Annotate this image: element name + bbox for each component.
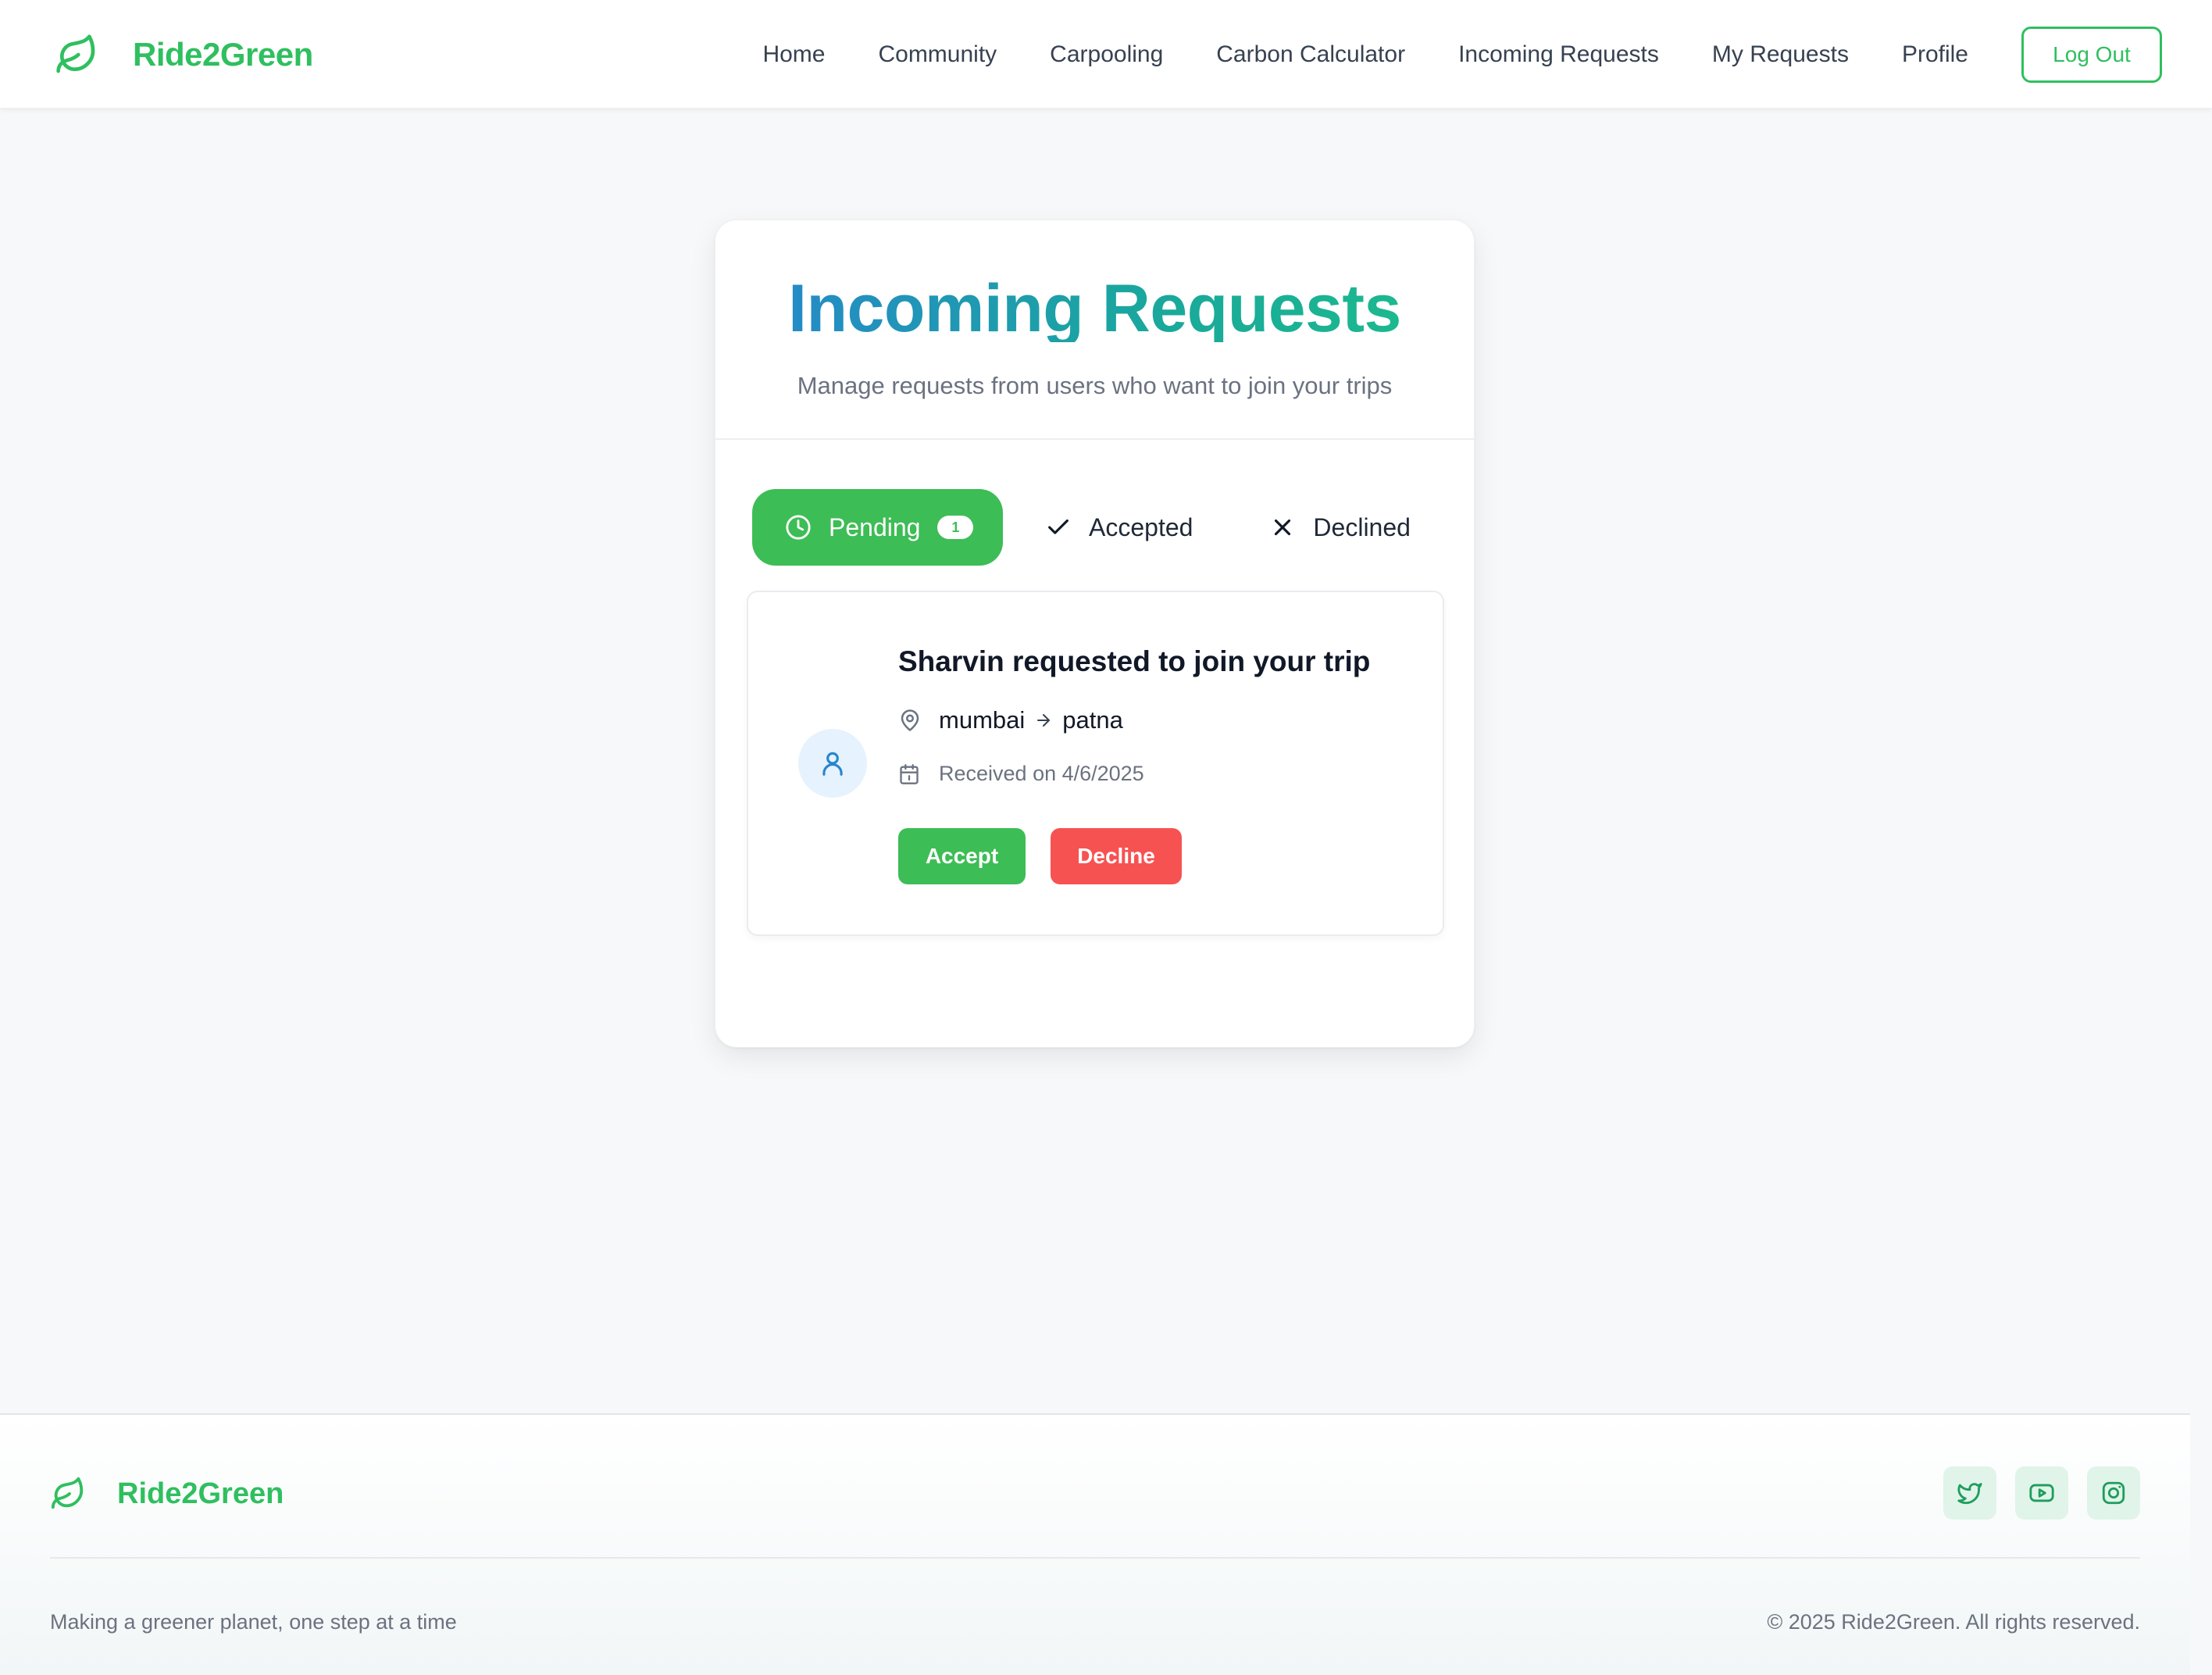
nav-carpooling[interactable]: Carpooling: [1050, 41, 1163, 68]
received-date: Received on 4/6/2025: [898, 762, 1144, 786]
incoming-requests-card: Incoming Requests Manage requests from u…: [715, 220, 1475, 1048]
twitter-link[interactable]: [1943, 1466, 1996, 1520]
footer-divider: [50, 1557, 2140, 1559]
card-header: Incoming Requests Manage requests from u…: [715, 220, 1474, 440]
request-tabs: Pending 1 Accepted Declined: [752, 489, 1411, 566]
nav-community[interactable]: Community: [878, 41, 997, 68]
received-date-text: Received on 4/6/2025: [939, 762, 1144, 785]
footer-copyright: © 2025 Ride2Green. All rights reserved.: [1767, 1610, 2140, 1634]
nav-home[interactable]: Home: [762, 41, 825, 68]
nav-my-requests[interactable]: My Requests: [1712, 41, 1849, 68]
brand-logo[interactable]: Ride2Green: [55, 28, 313, 81]
instagram-icon: [2102, 1481, 2125, 1505]
youtube-link[interactable]: [2015, 1466, 2068, 1520]
clock-icon: [786, 515, 811, 540]
tab-declined[interactable]: Declined: [1269, 513, 1411, 542]
accept-button[interactable]: Accept: [898, 828, 1026, 884]
tab-accepted[interactable]: Accepted: [1045, 513, 1193, 542]
user-icon: [822, 752, 843, 776]
brand-name: Ride2Green: [133, 36, 313, 73]
route-origin: mumbai: [939, 706, 1026, 734]
nav-carbon-calculator[interactable]: Carbon Calculator: [1216, 41, 1405, 68]
decline-button[interactable]: Decline: [1051, 828, 1182, 884]
check-icon: [1048, 519, 1069, 534]
calendar-icon: [900, 763, 919, 784]
nav-incoming-requests[interactable]: Incoming Requests: [1458, 41, 1659, 68]
page-subtitle: Manage requests from users who want to j…: [797, 372, 1393, 399]
x-icon: [1275, 519, 1291, 536]
tab-pending-label: Pending: [829, 512, 921, 541]
footer-brand-name: Ride2Green: [117, 1477, 284, 1510]
arrow-right-icon: [1037, 714, 1051, 727]
top-navbar: Ride2Green Home Community Carpooling Car…: [0, 0, 2212, 109]
request-item: Sharvin requested to join your trip mumb…: [747, 591, 1444, 936]
youtube-icon: [2029, 1484, 2054, 1502]
instagram-link[interactable]: [2087, 1466, 2140, 1520]
avatar: [798, 729, 867, 798]
request-route: mumbai patna: [898, 706, 1123, 734]
tab-accepted-label: Accepted: [1089, 512, 1193, 541]
nav-profile[interactable]: Profile: [1902, 41, 1968, 68]
page-title: Incoming Requests: [715, 220, 1474, 342]
pending-count-badge: 1: [937, 516, 974, 539]
twitter-icon: [1957, 1483, 1982, 1505]
leaf-icon: [56, 34, 95, 73]
request-title: Sharvin requested to join your trip: [898, 645, 1371, 677]
footer: Ride2Green Making a greener planet, one …: [0, 1413, 2190, 1675]
tab-declined-label: Declined: [1313, 512, 1411, 541]
footer-tagline: Making a greener planet, one step at a t…: [50, 1610, 457, 1634]
map-pin-icon: [901, 709, 919, 731]
main-nav: Home Community Carpooling Carbon Calcula…: [762, 27, 2162, 83]
route-destination: patna: [1062, 706, 1123, 734]
tab-pending[interactable]: Pending 1: [752, 489, 1003, 566]
social-links: [1943, 1466, 2140, 1520]
logout-button[interactable]: Log Out: [2021, 27, 2162, 83]
footer-brand[interactable]: Ride2Green: [50, 1476, 284, 1512]
leaf-icon: [51, 1477, 84, 1509]
